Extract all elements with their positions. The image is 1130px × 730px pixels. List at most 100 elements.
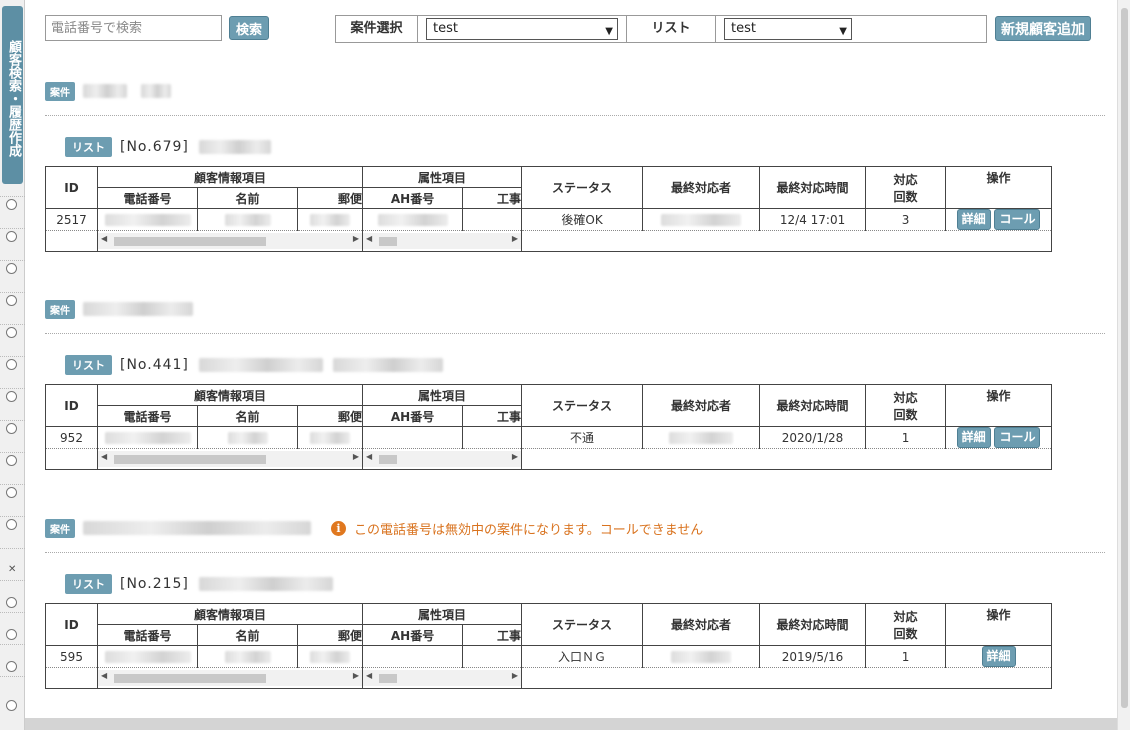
table-row[interactable]: 2517 後確OK 12/4 17:01 3 詳細 コール — [45, 208, 1053, 231]
redacted-value — [661, 214, 742, 226]
search-button[interactable]: 検索 — [229, 16, 269, 40]
call-button[interactable]: コール — [994, 209, 1041, 230]
radio-icon[interactable] — [6, 597, 17, 608]
count-header-line2: 回数 — [893, 626, 918, 641]
phone-header: 電話番号 — [97, 187, 198, 209]
construction-header: 工事 — [462, 187, 523, 209]
redacted-value — [104, 651, 191, 663]
status-header: ステータス — [521, 166, 644, 209]
detail-button[interactable]: 詳細 — [956, 427, 991, 448]
radio-icon[interactable] — [6, 423, 17, 434]
close-icon[interactable]: ✕ — [8, 564, 16, 575]
name-cell — [197, 426, 298, 449]
list-select-value: test — [731, 21, 756, 36]
redacted-list-name — [332, 358, 443, 372]
radio-icon[interactable] — [6, 487, 17, 498]
count-header-line1: 対応 — [893, 390, 918, 405]
horizontal-scrollbar[interactable]: ◀ ▶ — [363, 233, 521, 249]
redacted-list-name — [198, 577, 333, 591]
redacted-value — [104, 214, 191, 226]
info-icon: i — [331, 520, 346, 536]
toolbar: 検索 案件選択 test ▼ リスト test ▼ 新規顧客追加 — [45, 14, 1115, 44]
redacted-value — [224, 214, 271, 226]
id-header: ID — [45, 384, 98, 427]
attributes-header: 属性項目 — [362, 166, 523, 188]
redacted-value — [671, 651, 732, 663]
phone-cell — [97, 426, 198, 449]
detail-button[interactable]: 詳細 — [981, 646, 1016, 667]
postal-header: 郵便 — [296, 187, 364, 209]
last-time-cell: 2020/1/28 — [759, 426, 867, 449]
construction-cell — [462, 645, 523, 668]
name-header: 名前 — [197, 187, 298, 209]
count-cell: 3 — [865, 208, 947, 231]
radio-icon[interactable] — [6, 263, 17, 274]
table-row[interactable]: 952 不通 2020/1/28 1 詳細 コール — [45, 426, 1053, 449]
radio-icon[interactable] — [6, 661, 17, 672]
redacted-project-name — [141, 84, 171, 98]
list-badge: リスト — [65, 137, 112, 157]
ah-number-cell — [362, 645, 464, 668]
customer-info-header: 顧客情報項目 — [96, 384, 364, 406]
project-select-value: test — [433, 21, 458, 36]
radio-icon[interactable] — [6, 455, 17, 466]
radio-icon[interactable] — [6, 327, 17, 338]
detail-button[interactable]: 詳細 — [956, 209, 991, 230]
phone-header: 電話番号 — [97, 405, 198, 427]
ah-number-header: AH番号 — [362, 187, 464, 209]
scrollbar-thumb[interactable] — [1121, 8, 1128, 708]
last-handler-cell — [642, 426, 761, 449]
actions-header: 操作 — [945, 384, 1053, 427]
radio-icon[interactable] — [6, 629, 17, 640]
radio-icon[interactable] — [6, 199, 17, 210]
count-header-line1: 対応 — [893, 609, 918, 624]
horizontal-scrollbar[interactable]: ◀ ▶ — [98, 451, 362, 467]
horizontal-scrollbar[interactable]: ◀ ▶ — [98, 233, 362, 249]
list-badge: リスト — [65, 355, 112, 375]
redacted-value — [104, 432, 191, 444]
table-row[interactable]: 595 入口ＮＧ 2019/5/16 1 詳細 — [45, 645, 1053, 668]
call-button[interactable]: コール — [994, 427, 1041, 448]
list-number: [No.679] — [120, 139, 189, 155]
vertical-scrollbar[interactable] — [1117, 0, 1130, 730]
count-header: 対応 回数 — [865, 384, 947, 427]
project-badge: 案件 — [45, 81, 75, 101]
construction-cell — [462, 426, 523, 449]
customer-search-history-tab[interactable]: 顧客検索・履歴作成 — [2, 6, 23, 184]
project-badge: 案件 — [45, 518, 75, 538]
radio-icon[interactable] — [6, 295, 17, 306]
phone-search-input[interactable] — [45, 15, 222, 41]
last-time-header: 最終対応時間 — [759, 166, 867, 209]
phone-cell — [97, 208, 198, 231]
project-badge: 案件 — [45, 299, 75, 319]
redacted-project-name — [83, 521, 311, 535]
radio-icon[interactable] — [6, 231, 17, 242]
name-header: 名前 — [197, 405, 298, 427]
name-cell — [197, 645, 298, 668]
radio-icon[interactable] — [6, 700, 17, 711]
construction-header: 工事 — [462, 624, 523, 646]
redacted-project-name — [83, 84, 127, 98]
radio-icon[interactable] — [6, 519, 17, 530]
divider — [45, 333, 1105, 334]
phone-cell — [97, 645, 198, 668]
actions-cell: 詳細 コール — [945, 426, 1053, 449]
horizontal-scrollbar[interactable]: ◀ ▶ — [363, 670, 521, 686]
add-customer-button[interactable]: 新規顧客追加 — [995, 16, 1091, 41]
count-cell: 1 — [865, 426, 947, 449]
horizontal-scrollbar[interactable]: ◀ ▶ — [363, 451, 521, 467]
invalid-project-warning: i この電話番号は無効中の案件になります。コールできません — [331, 519, 703, 538]
radio-icon[interactable] — [6, 391, 17, 402]
row-id: 595 — [45, 645, 98, 668]
project-select[interactable]: test ▼ — [426, 18, 618, 40]
horizontal-scrollbar[interactable]: ◀ ▶ — [98, 670, 362, 686]
list-select[interactable]: test ▼ — [724, 18, 852, 40]
radio-icon[interactable] — [6, 359, 17, 370]
ah-number-header: AH番号 — [362, 405, 464, 427]
name-cell — [197, 208, 298, 231]
project-select-label: 案件選択 — [336, 16, 418, 42]
last-time-cell: 2019/5/16 — [759, 645, 867, 668]
count-header: 対応 回数 — [865, 603, 947, 646]
redacted-list-name — [198, 140, 271, 154]
project-section: 案件 リスト [No.679] ID 顧客情報項目 属性項目 ステータス 最終対… — [45, 80, 1105, 252]
